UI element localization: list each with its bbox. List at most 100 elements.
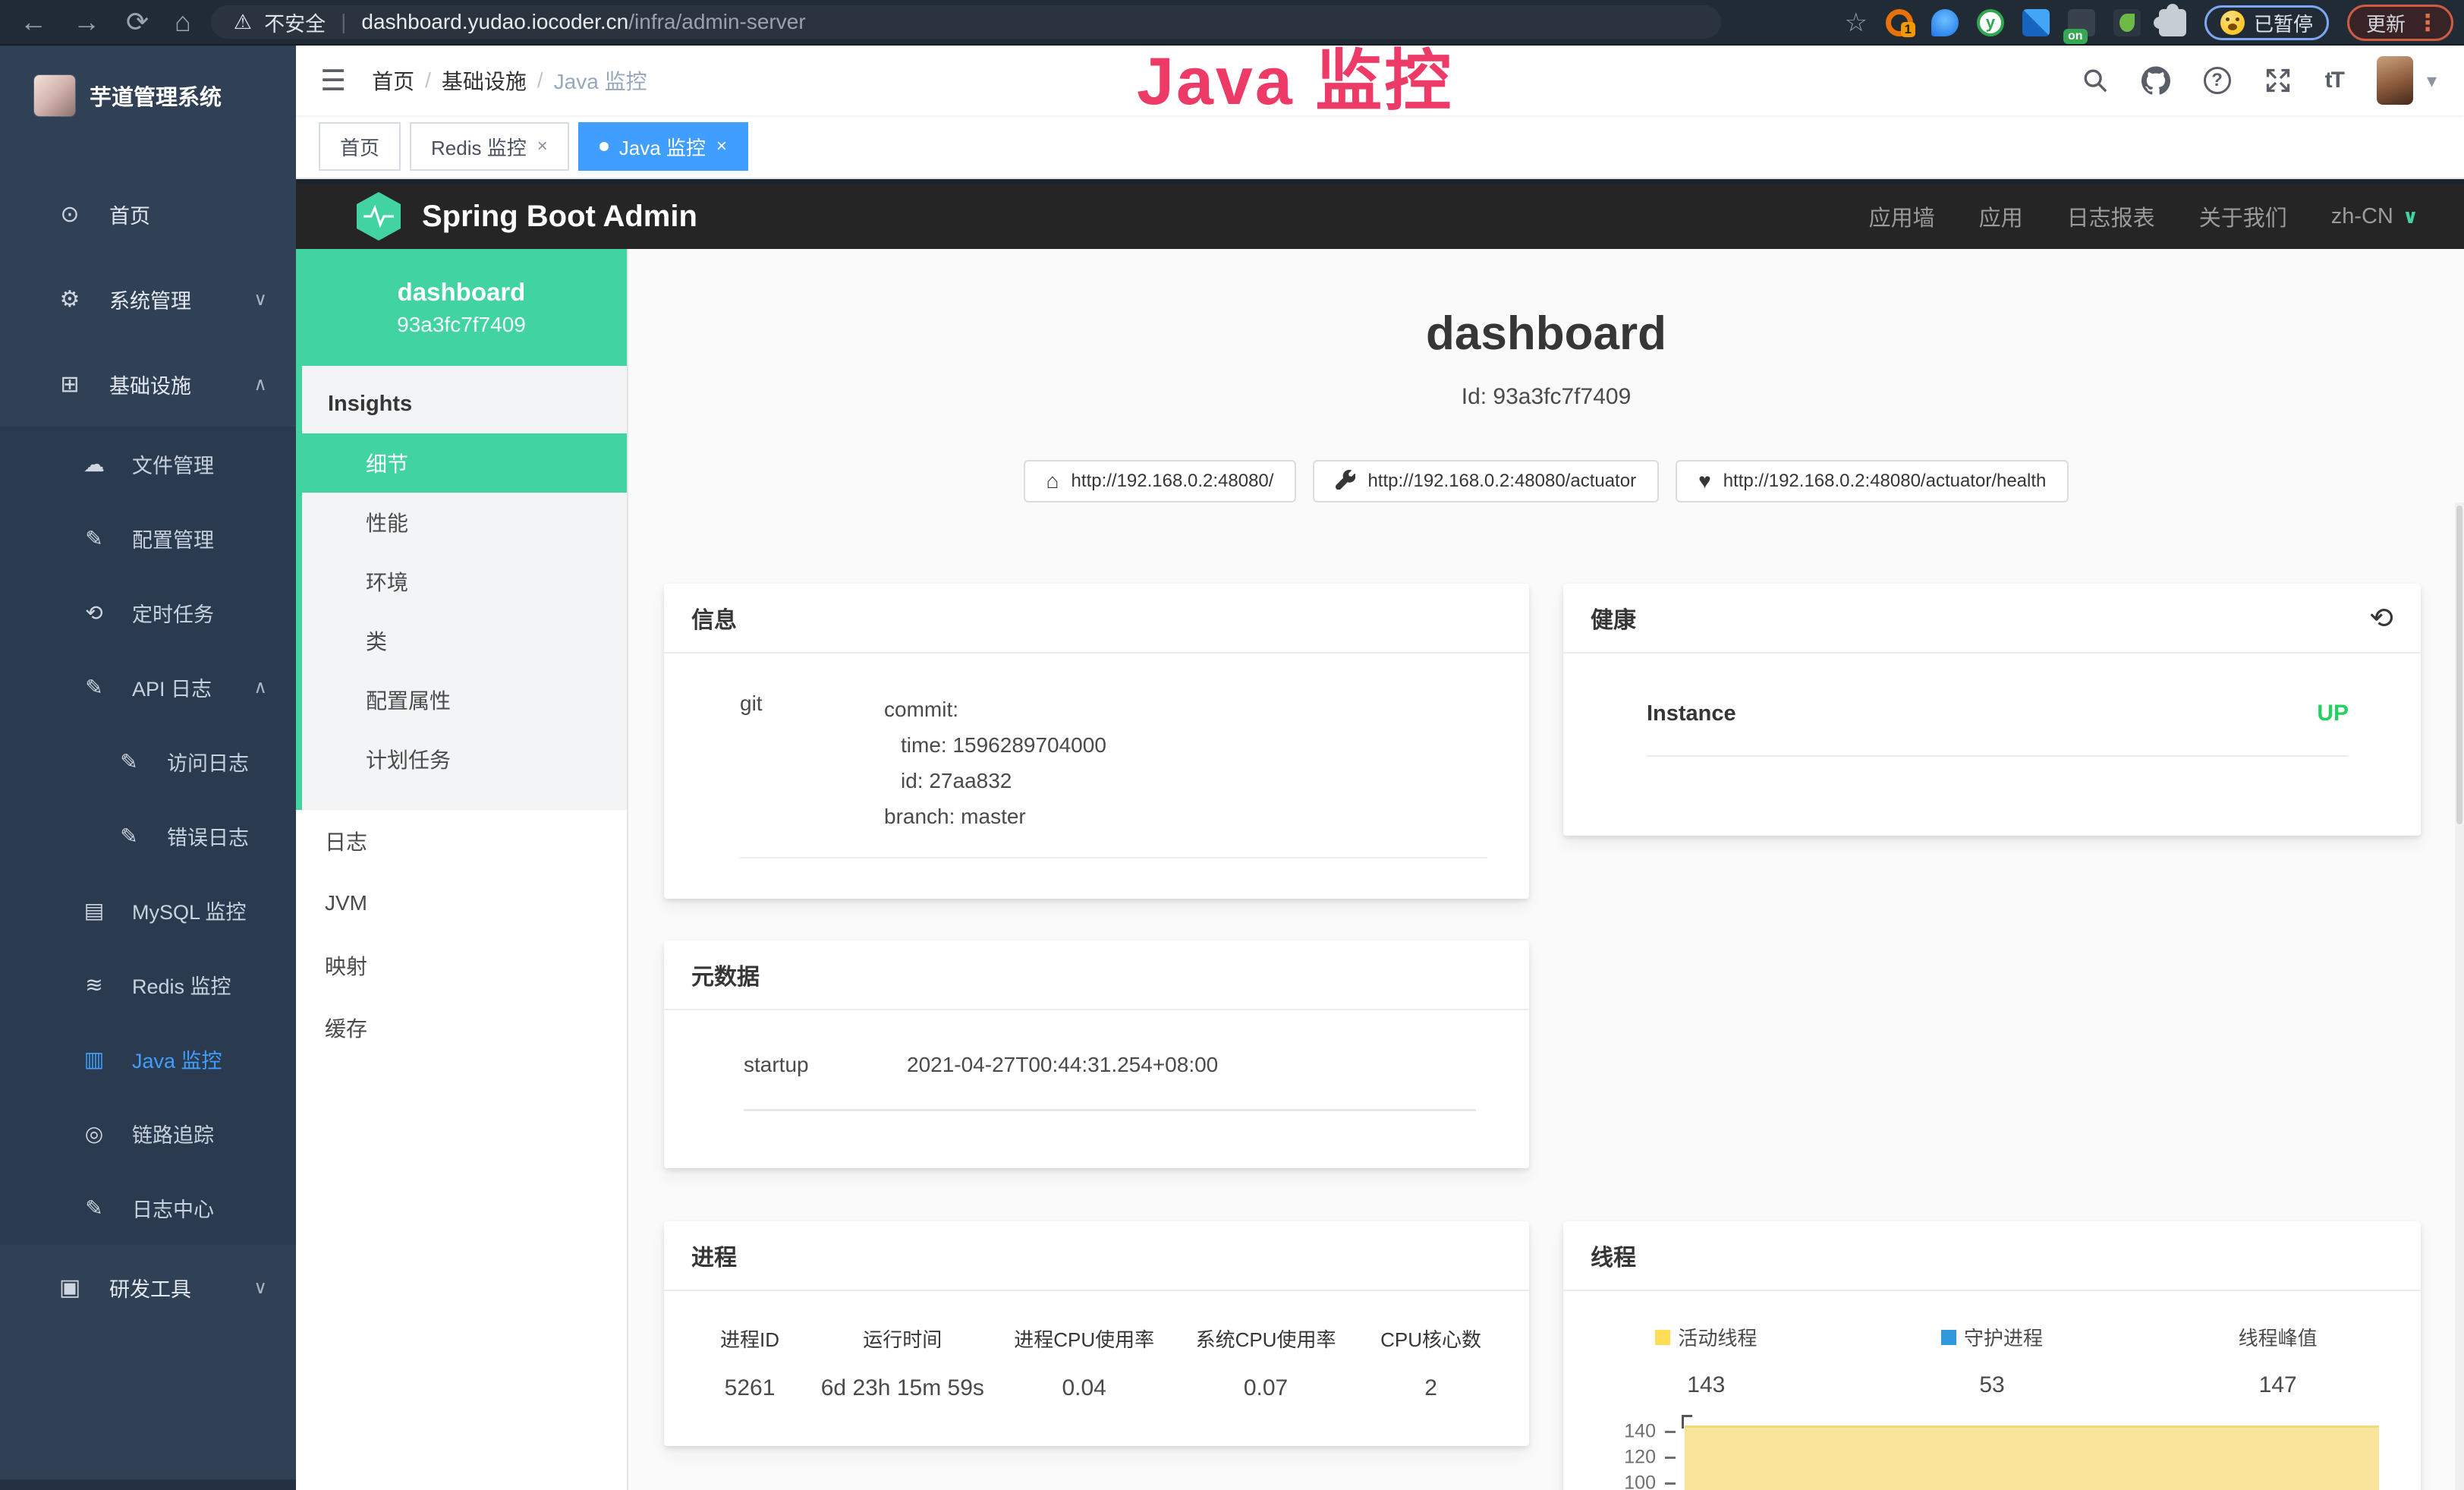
threads-legend: 活动线程 143 守护进程 53 xyxy=(1563,1323,2421,1398)
legend-label: 活动线程 xyxy=(1678,1323,1757,1351)
browser-back-icon[interactable]: ← xyxy=(20,0,47,45)
locale-select[interactable]: zh-CN ∨ xyxy=(2331,204,2418,229)
sidebar-item-mysql-monitor[interactable]: ▤ MySQL 监控 xyxy=(0,873,296,947)
extension-icon[interactable] xyxy=(2113,9,2141,36)
sidebar-item-error-logs[interactable]: ✎ 错误日志 xyxy=(0,799,296,873)
help-icon[interactable]: ? xyxy=(2204,67,2231,94)
health-history-icon[interactable]: ⟲ xyxy=(2369,601,2393,635)
health-instance-row[interactable]: Instance UP xyxy=(1647,701,2349,757)
sba-menu-logs[interactable]: 日志 xyxy=(296,810,627,872)
sidebar-item-file-mgmt[interactable]: ☁ 文件管理 xyxy=(0,427,296,501)
sba-menu-scheduled-tasks[interactable]: 计划任务 xyxy=(302,729,627,789)
spring-boot-admin-logo[interactable] xyxy=(357,192,401,241)
sba-nav-about[interactable]: 关于我们 xyxy=(2199,200,2287,232)
metadata-card-title: 元数据 xyxy=(691,958,760,991)
extension-on-badge: on xyxy=(2063,29,2088,44)
font-size-icon[interactable]: tT xyxy=(2325,68,2343,93)
sidebar-item-dev-tools[interactable]: ▣ 研发工具 ∨ xyxy=(0,1245,296,1330)
service-url-button[interactable]: ⌂ http://192.168.0.2:48080/ xyxy=(1024,460,1297,502)
browser-forward-icon[interactable]: → xyxy=(73,0,100,45)
extension-icon[interactable]: on xyxy=(2068,9,2095,36)
chrome-update-button[interactable]: 更新 ⋮ xyxy=(2347,5,2453,41)
tab-close-icon[interactable]: × xyxy=(537,136,548,157)
process-col-header: CPU核心数 xyxy=(1352,1325,1509,1353)
sba-menu-jvm[interactable]: JVM xyxy=(296,872,627,934)
sba-menu-config-props[interactable]: 配置属性 xyxy=(302,670,627,729)
github-icon[interactable] xyxy=(2141,66,2170,95)
sba-menu-caches[interactable]: 缓存 xyxy=(296,997,627,1059)
monitor-icon: ▥ xyxy=(79,1047,109,1072)
sba-menu-classes[interactable]: 类 xyxy=(302,611,627,670)
metadata-card: 元数据 startup 2021-04-27T00:44:31.254+08:0… xyxy=(664,940,1529,1168)
health-url-button[interactable]: ♥ http://192.168.0.2:48080/actuator/heal… xyxy=(1676,460,2069,502)
tab-home[interactable]: 首页 xyxy=(319,122,401,171)
bookmark-star-icon[interactable]: ☆ xyxy=(1844,8,1867,38)
browser-menu-icon[interactable]: ⋮ xyxy=(2416,10,2439,36)
extension-icon[interactable] xyxy=(2022,9,2050,36)
sidebar-item-access-logs[interactable]: ✎ 访问日志 xyxy=(0,724,296,799)
instance-name: dashboard xyxy=(398,278,526,307)
breadcrumb-infrastructure[interactable]: 基础设施 xyxy=(442,65,527,96)
hamburger-icon[interactable]: ☰ xyxy=(320,64,346,98)
scrollbar-thumb[interactable] xyxy=(2456,506,2462,824)
sba-nav-applications[interactable]: 应用 xyxy=(1979,200,2023,232)
breadcrumb-current: Java 监控 xyxy=(554,65,647,96)
process-col-value: 2 xyxy=(1352,1375,1509,1401)
omnibox-divider: | xyxy=(341,10,346,34)
sidebar-item-home[interactable]: ⊙ 首页 xyxy=(0,172,296,257)
user-avatar[interactable] xyxy=(2377,56,2413,105)
sidebar-item-scheduled-tasks[interactable]: ⟲ 定时任务 xyxy=(0,575,296,650)
instance-header[interactable]: dashboard 93a3fc7f7409 xyxy=(296,249,627,366)
active-tab-dot xyxy=(599,142,609,151)
browser-reload-icon[interactable]: ⟳ xyxy=(126,0,149,45)
process-col-value: 0.07 xyxy=(1179,1375,1352,1401)
sba-nav-journal[interactable]: 日志报表 xyxy=(2067,200,2155,232)
extension-icon[interactable] xyxy=(1931,9,1959,36)
breadcrumb-home[interactable]: 首页 xyxy=(372,65,414,96)
extensions-puzzle-icon[interactable] xyxy=(2159,9,2186,36)
fullscreen-icon[interactable] xyxy=(2264,67,2292,94)
address-bar[interactable]: ⚠ 不安全 | dashboard.yudao.iocoder.cn/infra… xyxy=(211,5,1721,39)
legend-label: 线程峰值 xyxy=(2239,1323,2318,1351)
sidebar-item-tracing[interactable]: ◎ 链路追踪 xyxy=(0,1096,296,1170)
threads-card-title: 线程 xyxy=(1591,1239,1636,1272)
tab-redis-monitor[interactable]: Redis 监控 × xyxy=(410,122,569,171)
sidebar-item-system-mgmt[interactable]: ⚙ 系统管理 ∨ xyxy=(0,257,296,342)
profile-paused-button[interactable]: 已暂停 xyxy=(2204,5,2329,40)
y-tick-140: 140 xyxy=(1586,1421,1656,1443)
y-tickmark xyxy=(1665,1431,1676,1433)
browser-home-icon[interactable]: ⌂ xyxy=(175,0,191,45)
tab-close-icon[interactable]: × xyxy=(716,136,727,157)
sba-menu-environment[interactable]: 环境 xyxy=(302,552,627,611)
content-scrollbar[interactable] xyxy=(2455,502,2464,1490)
sba-brand-title[interactable]: Spring Boot Admin xyxy=(422,200,697,234)
extension-icon[interactable]: 1 xyxy=(1886,9,1913,36)
active-threads-value: 143 xyxy=(1563,1372,1849,1398)
sidebar-item-api-logs[interactable]: ✎ API 日志 ∧ xyxy=(0,650,296,724)
sidebar-item-redis-monitor[interactable]: ≋ Redis 监控 xyxy=(0,947,296,1022)
git-info-row: git commit: time: 1596289704000 id: 27aa… xyxy=(740,691,1487,858)
sidebar-item-infrastructure[interactable]: ⊞ 基础设施 ∧ xyxy=(0,342,296,427)
sidebar-item-config-mgmt[interactable]: ✎ 配置管理 xyxy=(0,501,296,575)
sidebar-item-label: 研发工具 xyxy=(109,1273,191,1303)
sidebar-item-log-center[interactable]: ✎ 日志中心 xyxy=(0,1170,296,1245)
sidebar-item-label: 链路追踪 xyxy=(132,1119,214,1148)
gear-icon: ⚙ xyxy=(55,286,85,313)
tab-java-monitor[interactable]: Java 监控 × xyxy=(578,122,748,171)
sba-nav-wallboard[interactable]: 应用墙 xyxy=(1869,200,1935,232)
actuator-url-button[interactable]: http://192.168.0.2:48080/actuator xyxy=(1313,460,1659,502)
sba-menu-details[interactable]: 细节 xyxy=(296,433,627,493)
legend-active-threads: 活动线程 xyxy=(1655,1323,1757,1351)
sidebar-item-label: MySQL 监控 xyxy=(132,896,247,925)
app-logo-row[interactable]: 芋道管理系统 xyxy=(0,46,296,129)
sidebar-item-java-monitor[interactable]: ▥ Java 监控 xyxy=(0,1022,296,1096)
sba-menu-mappings[interactable]: 映射 xyxy=(296,934,627,997)
health-instance-label: Instance xyxy=(1647,701,1736,726)
process-col-value: 5261 xyxy=(684,1375,816,1401)
search-icon[interactable] xyxy=(2082,68,2108,93)
sba-menu-metrics[interactable]: 性能 xyxy=(302,493,627,552)
sidebar-item-label: 系统管理 xyxy=(109,285,191,314)
avatar-caret-icon[interactable]: ▾ xyxy=(2427,69,2437,93)
extension-icon[interactable]: y xyxy=(1977,9,2004,36)
locale-value: zh-CN xyxy=(2331,204,2393,229)
